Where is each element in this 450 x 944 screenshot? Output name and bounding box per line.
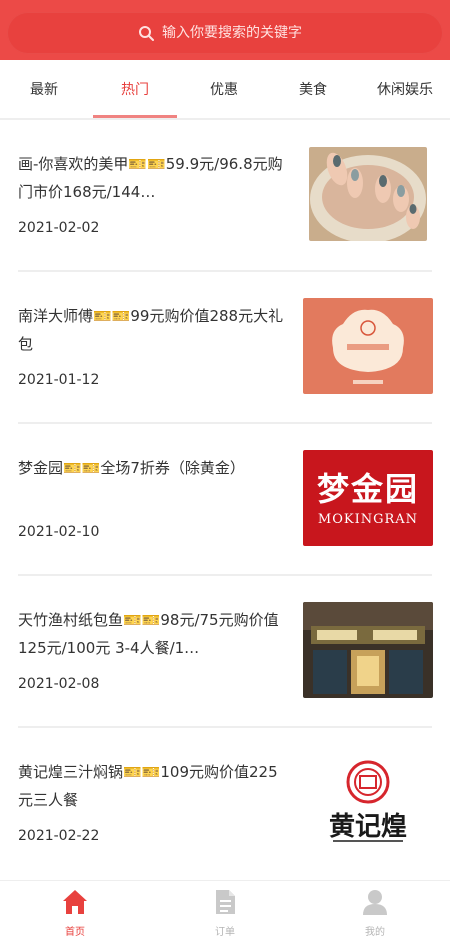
list-item[interactable]: 梦金园🎫🎫全场7折券（除黄金） 2021-02-10 梦金园 MOKINGRAN [0, 424, 450, 576]
deal-date: 2021-02-02 [18, 220, 100, 236]
tab-orders-label: 订单 [215, 927, 235, 938]
tab-leisure[interactable]: 休闲娱乐 [360, 60, 450, 120]
deal-date: 2021-02-10 [18, 524, 100, 540]
deal-date: 2021-02-22 [18, 828, 100, 844]
tab-home-label: 首页 [65, 927, 85, 938]
category-tabs: 最新 热门 优惠 美食 休闲娱乐 [0, 60, 450, 120]
huangjihuang-logo: 黄记煌 [303, 754, 433, 850]
tab-profile-label: 我的 [365, 927, 385, 938]
mokingran-logo: 梦金园 MOKINGRAN [303, 450, 433, 546]
deal-title: 南洋大师傅🎫🎫99元购价值288元大礼包 [18, 307, 284, 353]
tab-profile[interactable]: 我的 [300, 881, 450, 944]
tab-home[interactable]: 首页 [0, 881, 150, 944]
list-item[interactable]: 黄记煌三汁焖锅🎫🎫109元购价值225元三人餐 2021-02-22 黄记煌 [0, 728, 450, 880]
tab-popular[interactable]: 热门 [88, 60, 182, 120]
header-bar [0, 0, 450, 60]
bottom-tab-bar: 首页 订单 我的 [0, 880, 450, 944]
home-icon [63, 890, 87, 914]
tab-orders[interactable]: 订单 [150, 881, 300, 944]
logo-text-cn: 梦金园 [316, 470, 419, 508]
deal-title: 梦金园🎫🎫全场7折券（除黄金） [18, 459, 245, 477]
nanyang-logo [303, 298, 433, 394]
deal-date: 2021-01-12 [18, 372, 100, 388]
tab-latest[interactable]: 最新 [0, 60, 88, 120]
nail-art-photo [309, 147, 427, 241]
tab-food[interactable]: 美食 [270, 60, 356, 120]
logo-text-cn: 黄记煌 [328, 812, 407, 842]
tab-discounts[interactable]: 优惠 [182, 60, 266, 120]
order-document-icon [216, 890, 235, 914]
list-item[interactable]: 天竹渔村纸包鱼🎫🎫98元/75元购价值125元/100元 3-4人餐/1… 20… [0, 576, 450, 728]
list-item[interactable]: 南洋大师傅🎫🎫99元购价值288元大礼包 2021-01-12 [0, 272, 450, 424]
active-tab-indicator [93, 115, 177, 118]
user-icon [363, 890, 387, 915]
deal-title: 黄记煌三汁焖锅🎫🎫109元购价值225元三人餐 [18, 763, 278, 809]
restaurant-storefront-photo [303, 602, 433, 698]
logo-text-en: MOKINGRAN [317, 512, 419, 527]
search-bar[interactable] [7, 12, 443, 54]
list-item[interactable]: 画-你喜欢的美甲🎫🎫59.9元/96.8元购门市价168元/144… 2021-… [0, 120, 450, 272]
search-icon [139, 26, 154, 41]
deal-title: 天竹渔村纸包鱼🎫🎫98元/75元购价值125元/100元 3-4人餐/1… [18, 611, 279, 657]
deal-date: 2021-02-08 [18, 676, 100, 692]
deal-title: 画-你喜欢的美甲🎫🎫59.9元/96.8元购门市价168元/144… [18, 155, 283, 201]
search-input[interactable] [162, 25, 312, 41]
